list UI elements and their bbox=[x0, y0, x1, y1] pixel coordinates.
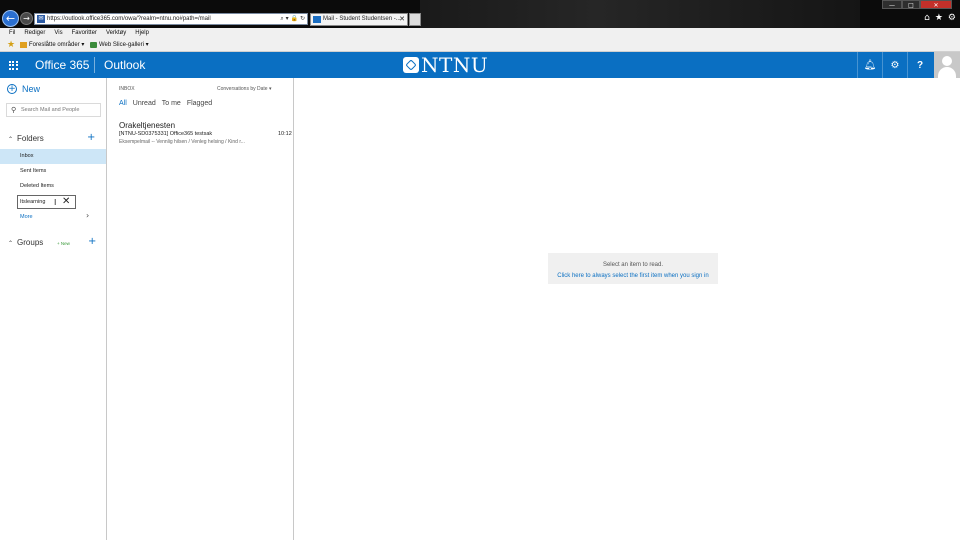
menu-help[interactable]: Hjelp bbox=[135, 28, 149, 39]
message-preview: Eksempelmail -- Vennlig hilsen / Venleg … bbox=[119, 139, 245, 145]
favorites-star-icon[interactable]: ★ bbox=[935, 13, 943, 23]
mail-tab-icon bbox=[313, 16, 321, 23]
web-slice-label: Web Slice-galleri ▾ bbox=[99, 42, 149, 48]
sort-dropdown[interactable]: Conversations by Date ▾ bbox=[217, 86, 271, 92]
message-subject: [NTNU-SD0375331] Office365 testsak bbox=[119, 131, 213, 137]
groups-header[interactable]: ⌃ Groups bbox=[8, 238, 43, 247]
menu-edit[interactable]: Rediger bbox=[24, 28, 45, 39]
filter-to-me[interactable]: To me bbox=[162, 100, 181, 107]
groups-label: Groups bbox=[17, 238, 44, 247]
tab-close-icon[interactable]: ✕ bbox=[399, 14, 405, 25]
o365-header: Office 365 Outlook NTNU 🔔︎ ⚙ ? bbox=[0, 52, 960, 78]
new-tab-button[interactable] bbox=[409, 13, 421, 26]
folder-deleted-items[interactable]: Deleted Items bbox=[0, 179, 106, 194]
suggested-sites-label: Foreslåtte områder ▾ bbox=[29, 42, 85, 48]
help-icon: ? bbox=[916, 59, 924, 71]
web-slice-icon bbox=[90, 42, 97, 48]
message-time: 10:12 bbox=[278, 131, 292, 137]
avatar-body bbox=[938, 67, 956, 78]
address-bar[interactable]: ✉ https://outlook.office365.com/owa/?rea… bbox=[34, 13, 308, 25]
close-window-button[interactable]: ✕ bbox=[920, 0, 952, 9]
menu-tools[interactable]: Verktøy bbox=[106, 28, 126, 39]
chevron-right-icon[interactable]: › bbox=[86, 211, 89, 220]
browser-menubar: Fil Rediger Vis Favoritter Verktøy Hjelp bbox=[0, 28, 960, 39]
bell-icon: 🔔︎ bbox=[863, 59, 877, 71]
new-mail-button[interactable]: + New bbox=[7, 84, 40, 94]
favorites-star-icon[interactable]: ★ bbox=[7, 39, 15, 51]
tools-gear-icon[interactable]: ⚙ bbox=[948, 13, 956, 23]
browser-titlebar: ← → ✉ https://outlook.office365.com/owa/… bbox=[0, 0, 960, 28]
app-launcher-icon[interactable] bbox=[0, 52, 26, 78]
reading-pane: Select an item to read. Click here to al… bbox=[295, 78, 960, 540]
new-folder-name-input[interactable]: Itslearning I ✕ bbox=[17, 195, 76, 209]
gear-icon: ⚙ bbox=[890, 59, 900, 71]
window-controls: — □ ✕ bbox=[882, 0, 952, 9]
select-first-item-link[interactable]: Click here to always select the first it… bbox=[548, 273, 718, 279]
suggested-sites-icon bbox=[20, 42, 27, 48]
favorites-bar: ★ Foreslåtte områder ▾ Web Slice-galleri… bbox=[0, 39, 960, 52]
back-arrow-icon: ← bbox=[5, 12, 16, 25]
folder-inbox[interactable]: Inbox bbox=[0, 149, 106, 164]
filter-bar: All Unread To me Flagged bbox=[119, 100, 212, 107]
chevron-up-icon: ⌃ bbox=[8, 240, 14, 247]
minimize-button[interactable]: — bbox=[882, 0, 902, 9]
folder-pane: + New ⚲ Search Mail and People ⌃ Folders … bbox=[0, 78, 107, 540]
select-item-text: Select an item to read. bbox=[602, 262, 664, 268]
folders-label: Folders bbox=[17, 134, 44, 143]
avatar[interactable] bbox=[934, 52, 960, 78]
browser-toolbar-icons: ⌂ ★ ⚙ bbox=[924, 13, 956, 23]
filter-unread[interactable]: Unread bbox=[133, 100, 156, 107]
new-group-link[interactable]: + New bbox=[57, 241, 70, 246]
ntnu-logo-mark bbox=[403, 57, 419, 73]
maximize-button[interactable]: □ bbox=[902, 0, 920, 9]
filter-flagged[interactable]: Flagged bbox=[187, 100, 212, 107]
new-mail-label: New bbox=[22, 84, 41, 94]
web-slice-gallery-link[interactable]: Web Slice-galleri ▾ bbox=[90, 39, 149, 51]
search-input[interactable]: ⚲ Search Mail and People bbox=[6, 103, 101, 117]
clear-x-icon[interactable]: ✕ bbox=[62, 196, 70, 208]
blurred-background bbox=[420, 0, 860, 28]
message-list-pane: INBOX Conversations by Date ▾ All Unread… bbox=[107, 78, 294, 540]
ntnu-logo: NTNU bbox=[403, 53, 489, 77]
screen: ← → ✉ https://outlook.office365.com/owa/… bbox=[0, 0, 960, 540]
add-group-icon[interactable]: + bbox=[88, 236, 96, 247]
back-button[interactable]: ← bbox=[2, 10, 19, 27]
suggested-sites-link[interactable]: Foreslåtte områder ▾ bbox=[20, 39, 84, 51]
address-bar-icons[interactable]: ⌕ ▾ 🔒 ↻ bbox=[280, 14, 305, 24]
list-folder-label: INBOX bbox=[119, 86, 135, 92]
avatar-head bbox=[942, 56, 952, 66]
home-icon[interactable]: ⌂ bbox=[924, 13, 930, 23]
mail-favicon-icon: ✉ bbox=[37, 15, 45, 23]
new-folder-name-value: Itslearning bbox=[20, 199, 46, 205]
menu-file[interactable]: Fil bbox=[9, 28, 15, 39]
filter-all[interactable]: All bbox=[119, 100, 127, 107]
folders-header[interactable]: ⌃ Folders bbox=[8, 134, 44, 143]
search-placeholder: Search Mail and People bbox=[21, 107, 80, 113]
forward-arrow-icon: → bbox=[23, 14, 30, 23]
message-item[interactable]: Orakeltjenesten [NTNU-SD0375331] Office3… bbox=[107, 118, 294, 150]
empty-reading-placeholder: Select an item to read. Click here to al… bbox=[548, 253, 718, 284]
settings-button[interactable]: ⚙ bbox=[882, 52, 907, 78]
folder-sent-items[interactable]: Sent Items bbox=[0, 164, 106, 179]
menu-view[interactable]: Vis bbox=[54, 28, 62, 39]
add-folder-icon[interactable]: + bbox=[87, 132, 95, 143]
forward-button[interactable]: → bbox=[20, 12, 33, 25]
o365-brand[interactable]: Office 365 bbox=[35, 58, 89, 72]
notifications-button[interactable]: 🔔︎ bbox=[857, 52, 882, 78]
message-sender: Orakeltjenesten bbox=[119, 121, 176, 130]
header-divider bbox=[94, 57, 95, 73]
text-cursor-icon: I bbox=[54, 198, 57, 207]
help-button[interactable]: ? bbox=[907, 52, 932, 78]
browser-tab[interactable]: Mail - Student Studentsen -... ✕ bbox=[310, 13, 408, 26]
app-name[interactable]: Outlook bbox=[104, 58, 145, 72]
menu-favorites[interactable]: Favoritter bbox=[72, 28, 97, 39]
plus-circle-icon: + bbox=[7, 84, 17, 94]
more-folders-link[interactable]: More bbox=[20, 214, 33, 220]
chevron-up-icon: ⌃ bbox=[8, 136, 14, 143]
ntnu-logo-text: NTNU bbox=[421, 53, 489, 77]
address-url: https://outlook.office365.com/owa/?realm… bbox=[47, 16, 211, 22]
search-icon: ⚲ bbox=[11, 106, 17, 114]
tab-title: Mail - Student Studentsen -... bbox=[323, 16, 401, 22]
